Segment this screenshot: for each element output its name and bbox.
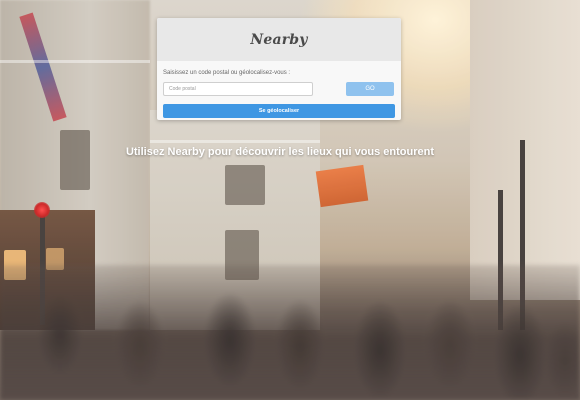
card-body: Saisissez un code postal ou géolocalisez… bbox=[157, 70, 401, 118]
search-prompt: Saisissez un code postal ou géolocalisez… bbox=[163, 70, 291, 76]
card-header: Nearby bbox=[157, 18, 401, 61]
postal-code-input[interactable] bbox=[163, 82, 313, 96]
search-card: Nearby Saisissez un code postal ou géolo… bbox=[157, 18, 401, 120]
search-form-row: GO bbox=[163, 82, 395, 96]
go-button[interactable]: GO bbox=[346, 82, 394, 96]
tagline: Utilisez Nearby pour découvrir les lieux… bbox=[125, 146, 435, 158]
geolocate-button[interactable]: Se géolocaliser bbox=[163, 104, 395, 118]
brand-logo: Nearby bbox=[250, 31, 308, 48]
